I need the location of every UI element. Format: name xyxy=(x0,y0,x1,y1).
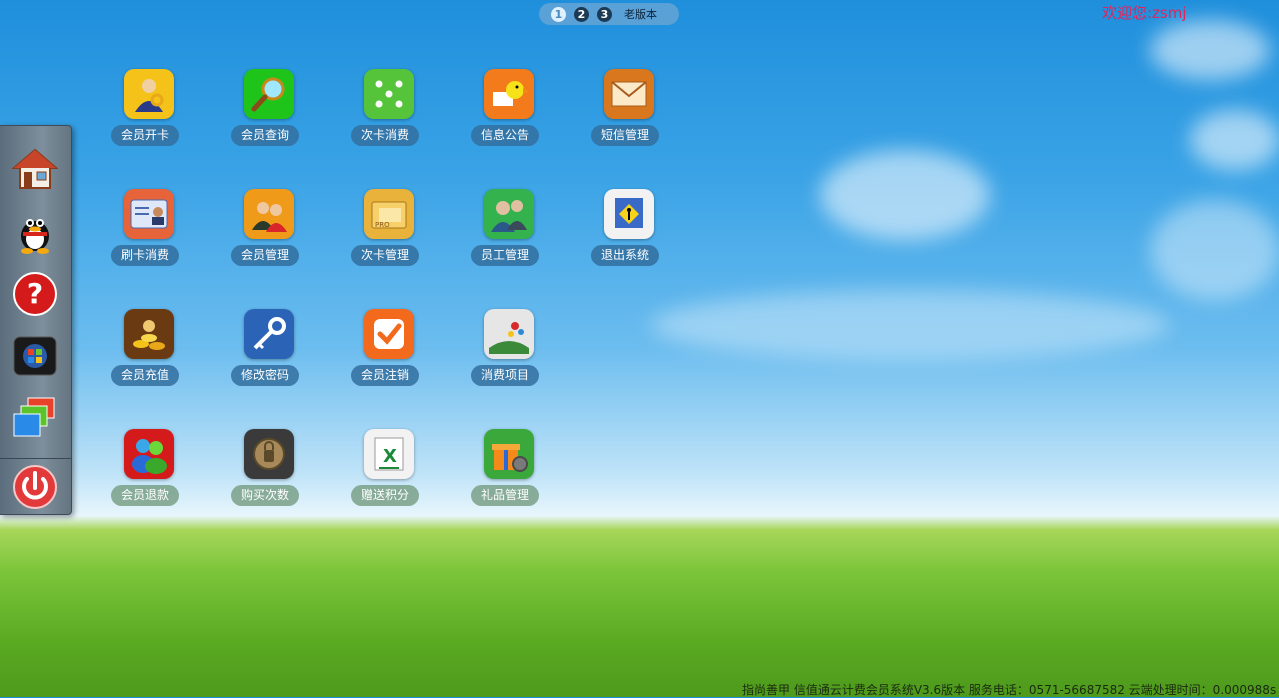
app-label: 会员注销 xyxy=(351,365,419,386)
app-consume-items[interactable]: 消费项目 xyxy=(471,309,547,399)
app-label: 会员查询 xyxy=(231,125,299,146)
svg-text:PRO: PRO xyxy=(375,221,390,229)
staff-icon xyxy=(484,189,534,239)
home-icon xyxy=(12,148,58,189)
app-label: 次卡管理 xyxy=(351,245,419,266)
envelope-icon xyxy=(604,69,654,119)
dock-switch-button[interactable] xyxy=(12,396,58,442)
key-icon xyxy=(244,309,294,359)
dock-windows-button[interactable] xyxy=(12,333,58,379)
app-label: 退出系统 xyxy=(591,245,659,266)
windows-switch-icon xyxy=(13,397,55,437)
page-2-button[interactable]: 2 xyxy=(574,6,589,22)
cloud-decoration xyxy=(650,290,1170,360)
cloud-decoration xyxy=(820,150,990,240)
app-member-refund[interactable]: 会员退款 xyxy=(111,429,187,519)
app-gift-points[interactable]: X 赠送积分 xyxy=(351,429,427,519)
dock-power-button[interactable] xyxy=(12,464,58,510)
checkmark-icon xyxy=(364,309,414,359)
magnifier-icon xyxy=(244,69,294,119)
app-swipe-card-consume[interactable]: 刷卡消费 xyxy=(111,189,187,279)
app-change-password[interactable]: 修改密码 xyxy=(231,309,307,399)
app-buy-counts[interactable]: 购买次数 xyxy=(231,429,307,519)
member-key-icon xyxy=(124,69,174,119)
app-member-recharge[interactable]: 会员充值 xyxy=(111,309,187,399)
id-card-icon xyxy=(124,189,174,239)
app-member-query[interactable]: 会员查询 xyxy=(231,69,307,159)
app-label: 刷卡消费 xyxy=(111,245,179,266)
msn-people-icon xyxy=(124,429,174,479)
app-count-card-manage[interactable]: PRO 次卡管理 xyxy=(351,189,427,279)
exit-sign-icon xyxy=(604,189,654,239)
coins-icon xyxy=(124,309,174,359)
app-member-manage[interactable]: 会员管理 xyxy=(231,189,307,279)
lock-icon xyxy=(244,429,294,479)
page-1-button[interactable]: 1 xyxy=(551,6,566,22)
app-label: 会员退款 xyxy=(111,485,179,506)
svg-text:?: ? xyxy=(27,277,43,310)
windows-icon xyxy=(13,336,57,376)
cloud-decoration xyxy=(1150,200,1279,300)
app-staff-manage[interactable]: 员工管理 xyxy=(471,189,547,279)
app-label: 赠送积分 xyxy=(351,485,419,506)
app-member-open-card[interactable]: 会员开卡 xyxy=(111,69,187,159)
page-3-button[interactable]: 3 xyxy=(597,6,612,22)
excel-icon: X xyxy=(364,429,414,479)
dice-icon xyxy=(364,69,414,119)
folder-pro-icon: PRO xyxy=(364,189,414,239)
app-label: 会员开卡 xyxy=(111,125,179,146)
page-switcher: 1 2 3 老版本 xyxy=(539,3,679,25)
app-label: 消费项目 xyxy=(471,365,539,386)
app-label: 礼品管理 xyxy=(471,485,539,506)
left-dock: ? xyxy=(0,125,72,515)
app-exit-system[interactable]: 退出系统 xyxy=(591,189,667,279)
dock-divider xyxy=(0,458,71,459)
app-sms-manage[interactable]: 短信管理 xyxy=(591,69,667,159)
app-label: 购买次数 xyxy=(231,485,299,506)
dock-qq-button[interactable] xyxy=(12,208,58,254)
svg-text:X: X xyxy=(383,446,397,467)
people-icon xyxy=(244,189,294,239)
app-count-card-consume[interactable]: 次卡消费 xyxy=(351,69,427,159)
dock-help-button[interactable]: ? xyxy=(12,271,58,317)
app-label: 修改密码 xyxy=(231,365,299,386)
help-icon: ? xyxy=(13,272,57,316)
gift-scene-icon xyxy=(484,309,534,359)
app-info-notice[interactable]: 信息公告 xyxy=(471,69,547,159)
gift-box-icon xyxy=(484,429,534,479)
app-member-cancel[interactable]: 会员注销 xyxy=(351,309,427,399)
welcome-text: 欢迎您:zsmj xyxy=(1102,4,1187,22)
old-version-link[interactable]: 老版本 xyxy=(624,6,657,22)
footer-status: 指尚善甲 信值通云计费会员系统V3.6版本 服务电话：0571-56687582… xyxy=(742,683,1277,697)
app-label: 次卡消费 xyxy=(351,125,419,146)
app-label: 员工管理 xyxy=(471,245,539,266)
dock-home-button[interactable] xyxy=(12,146,58,192)
app-label: 短信管理 xyxy=(591,125,659,146)
power-icon xyxy=(13,465,57,509)
app-gift-manage[interactable]: 礼品管理 xyxy=(471,429,547,519)
qq-icon xyxy=(21,219,49,254)
bird-notice-icon xyxy=(484,69,534,119)
app-label: 信息公告 xyxy=(471,125,539,146)
cloud-decoration xyxy=(1150,20,1270,80)
app-label: 会员管理 xyxy=(231,245,299,266)
app-label: 会员充值 xyxy=(111,365,179,386)
cloud-decoration xyxy=(1190,110,1279,170)
